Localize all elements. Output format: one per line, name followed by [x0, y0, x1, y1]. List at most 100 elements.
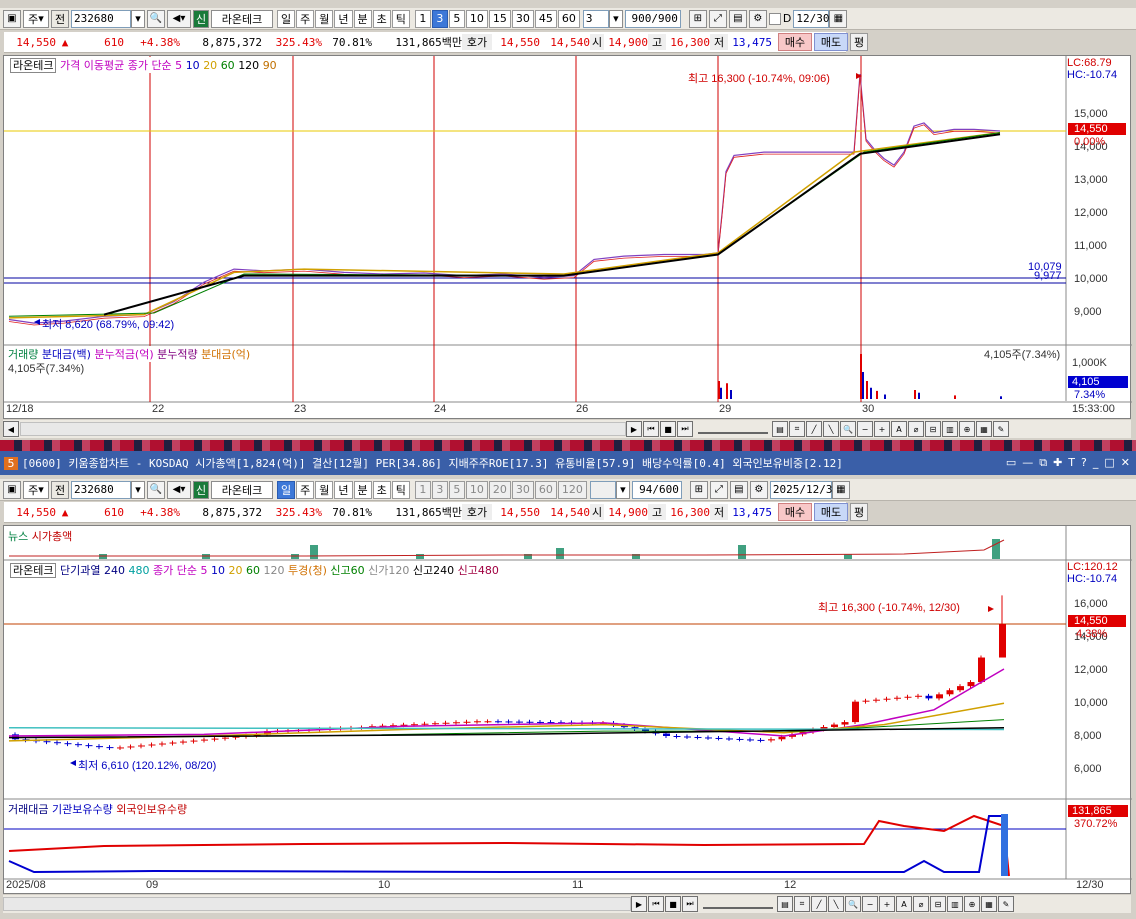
top-scrollbar[interactable]: ◀ ▶ ⏮ ■ ⏭ ▤ ⌗ ╱ ╲ 🔍 − + A ⌀ ⊟ ▥ ⊕ ▦ ✎	[3, 420, 1131, 438]
bottom-min-4[interactable]: 20	[488, 480, 511, 499]
stock-name[interactable]: 라온테크	[211, 9, 273, 28]
tool-d-icon[interactable]: ╲	[823, 421, 839, 437]
tool-e-icon[interactable]: ⌀	[908, 421, 924, 437]
avg-button[interactable]: 평	[850, 33, 868, 51]
top-min-3[interactable]: 10	[465, 9, 488, 28]
minus-icon[interactable]: −	[862, 896, 878, 912]
pin-icon[interactable]: ⊞	[688, 9, 707, 28]
tool-a-icon[interactable]: ▤	[777, 896, 793, 912]
interval-dropdown-icon[interactable]: ▾	[615, 480, 630, 499]
search-icon[interactable]: 🔍	[147, 480, 165, 499]
scroll-left-icon[interactable]: ◀	[3, 421, 19, 437]
restore-icon[interactable]: ⧉	[1039, 456, 1053, 469]
mode-select[interactable]: 주 ▾	[23, 480, 49, 499]
mode-select[interactable]: 주 ▾	[23, 9, 49, 28]
top-period-0[interactable]: 일	[277, 9, 296, 28]
close-icon[interactable]: ✕	[1121, 456, 1136, 469]
top-period-1[interactable]: 주	[296, 9, 315, 28]
bottom-min-0[interactable]: 1	[414, 480, 431, 499]
bottom-chart-panel[interactable]	[3, 525, 1132, 894]
save-icon[interactable]: ▤	[729, 480, 748, 499]
bottom-period-4[interactable]: 분	[353, 480, 372, 499]
speaker-icon[interactable]: ◀▾	[167, 480, 191, 499]
first-icon[interactable]: ⏮	[648, 896, 664, 912]
tool-icon[interactable]: ⤢	[709, 480, 728, 499]
bottom-period-2[interactable]: 월	[315, 480, 334, 499]
scroll-right-icon[interactable]: ▶	[631, 896, 647, 912]
first-icon[interactable]: ⏮	[643, 421, 659, 437]
min-icon[interactable]: _	[1093, 456, 1105, 469]
interval-input[interactable]: 3	[582, 9, 609, 28]
gear-icon[interactable]: ⚙	[749, 480, 768, 499]
bottom-scrollbar[interactable]: ▶ ⏮ ■ ⏭ ▤ ⌗ ╱ ╲ 🔍 − + A ⌀ ⊟ ▥ ⊕ ▦ ✎	[3, 895, 1131, 913]
tool-c-icon[interactable]: ╱	[806, 421, 822, 437]
stop-icon[interactable]: ■	[660, 421, 676, 437]
code-dropdown-icon[interactable]: ▾	[131, 9, 145, 28]
text-icon[interactable]: A	[891, 421, 907, 437]
count-input[interactable]: 900/900	[624, 9, 681, 28]
bottom-min-7[interactable]: 120	[557, 480, 587, 499]
interval-dropdown-icon[interactable]: ▾	[608, 9, 623, 28]
code-dropdown-icon[interactable]: ▾	[131, 480, 145, 499]
tool-i-icon[interactable]: ▦	[981, 896, 997, 912]
sell-button[interactable]: 매도	[814, 503, 848, 521]
stock-tag[interactable]: 라온테크	[10, 563, 57, 578]
zoom-slider[interactable]	[698, 424, 768, 434]
bottom-period-0[interactable]: 일	[277, 480, 296, 499]
buy-button[interactable]: 매수	[778, 503, 812, 521]
bottom-period-1[interactable]: 주	[296, 480, 315, 499]
bottom-min-5[interactable]: 30	[511, 480, 534, 499]
plus-icon[interactable]: +	[879, 896, 895, 912]
tool-f-icon[interactable]: ⊟	[925, 421, 941, 437]
stock-tag[interactable]: 라온테크	[10, 58, 57, 73]
avg-button[interactable]: 평	[850, 503, 868, 521]
tool-d-icon[interactable]: ╲	[828, 896, 844, 912]
tool-h-icon[interactable]: ⊕	[959, 421, 975, 437]
tool-icon[interactable]: ⤢	[708, 9, 727, 28]
zoom-icon[interactable]: 🔍	[845, 896, 861, 912]
bottom-period-3[interactable]: 년	[334, 480, 353, 499]
top-min-2[interactable]: 5	[448, 9, 465, 28]
tool-c-icon[interactable]: ╱	[811, 896, 827, 912]
tool-b-icon[interactable]: ⌗	[789, 421, 805, 437]
font-icon[interactable]: T	[1068, 456, 1081, 469]
bottom-min-3[interactable]: 10	[465, 480, 488, 499]
calendar-icon[interactable]: ▦	[831, 480, 850, 499]
tool-g-icon[interactable]: ▥	[947, 896, 963, 912]
chart-icon[interactable]: ▣	[3, 480, 21, 499]
top-min-6[interactable]: 45	[534, 9, 557, 28]
text-icon[interactable]: A	[896, 896, 912, 912]
tool-b-icon[interactable]: ⌗	[794, 896, 810, 912]
scroll-track[interactable]	[20, 422, 626, 436]
pin-icon[interactable]: ⊞	[689, 480, 708, 499]
top-period-5[interactable]: 초	[372, 9, 391, 28]
prev-button[interactable]: 전	[51, 480, 69, 499]
top-period-3[interactable]: 년	[334, 9, 353, 28]
top-period-2[interactable]: 월	[315, 9, 334, 28]
top-chart-panel[interactable]	[3, 55, 1132, 419]
bottom-min-1[interactable]: 3	[431, 480, 448, 499]
tool-j-icon[interactable]: ✎	[993, 421, 1009, 437]
last-icon[interactable]: ⏭	[677, 421, 693, 437]
gear-icon[interactable]: ⚙	[748, 9, 767, 28]
bottom-min-6[interactable]: 60	[534, 480, 557, 499]
minimize-icon[interactable]: —	[1022, 456, 1039, 469]
chart-icon[interactable]: ▣	[3, 9, 21, 28]
plus-icon[interactable]: +	[874, 421, 890, 437]
help-icon[interactable]: ?	[1081, 456, 1093, 469]
code-input[interactable]: 232680	[71, 480, 131, 499]
stop-icon[interactable]: ■	[665, 896, 681, 912]
pin-icon[interactable]: ✚	[1053, 456, 1068, 469]
tool-i-icon[interactable]: ▦	[976, 421, 992, 437]
save-icon[interactable]: ▤	[728, 9, 747, 28]
tool-a-icon[interactable]: ▤	[772, 421, 788, 437]
prev-button[interactable]: 전	[51, 9, 69, 28]
sell-button[interactable]: 매도	[814, 33, 848, 51]
top-min-4[interactable]: 15	[488, 9, 511, 28]
top-min-1[interactable]: 3	[431, 9, 448, 28]
monitor-icon[interactable]: ▭	[1006, 456, 1022, 469]
tool-j-icon[interactable]: ✎	[998, 896, 1014, 912]
tool-h-icon[interactable]: ⊕	[964, 896, 980, 912]
minus-icon[interactable]: −	[857, 421, 873, 437]
top-min-7[interactable]: 60	[557, 9, 580, 28]
